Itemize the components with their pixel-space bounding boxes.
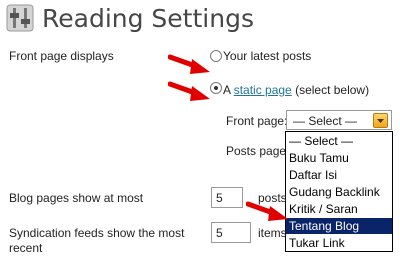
annotation-arrow-icon bbox=[168, 54, 210, 74]
static-page-link[interactable]: static page bbox=[234, 83, 292, 97]
chevron-down-icon[interactable] bbox=[373, 113, 388, 128]
reading-settings-icon bbox=[6, 4, 34, 32]
front-page-select[interactable]: — Select — bbox=[286, 110, 392, 130]
dropdown-option[interactable]: Gudang Backlink bbox=[286, 184, 392, 200]
page-title: Reading Settings bbox=[42, 4, 254, 33]
blog-pages-input[interactable]: 5 bbox=[211, 187, 243, 208]
static-page-option-label: A static page (select below) bbox=[223, 83, 370, 97]
annotation-arrow-icon bbox=[246, 201, 288, 221]
syndication-label-line1: Syndication feeds show the most bbox=[9, 226, 185, 240]
dropdown-option[interactable]: Kritik / Saran bbox=[286, 201, 392, 217]
front-page-label: Front page: bbox=[226, 114, 288, 128]
posts-page-label: Posts page: bbox=[226, 144, 290, 158]
syndication-unit: items bbox=[258, 226, 287, 240]
latest-posts-label: Your latest posts bbox=[223, 49, 312, 63]
blog-pages-label: Blog pages show at most bbox=[9, 191, 144, 205]
syndication-label-line2: recent bbox=[9, 241, 43, 255]
syndication-input[interactable]: 5 bbox=[211, 222, 251, 243]
annotation-arrow-icon bbox=[168, 81, 210, 101]
dropdown-option[interactable]: Tukar Link bbox=[286, 235, 392, 251]
dropdown-option[interactable]: Buku Tamu bbox=[286, 150, 392, 166]
front-page-displays-label: Front page displays bbox=[9, 49, 114, 63]
dropdown-option-highlighted[interactable]: Tentang Blog bbox=[286, 218, 392, 234]
front-page-select-value: — Select — bbox=[293, 114, 358, 128]
page-dropdown-list: — Select — Buku Tamu Daftar Isi Gudang B… bbox=[285, 131, 393, 252]
dropdown-option[interactable]: Daftar Isi bbox=[286, 167, 392, 183]
dropdown-option[interactable]: — Select — bbox=[286, 133, 392, 149]
